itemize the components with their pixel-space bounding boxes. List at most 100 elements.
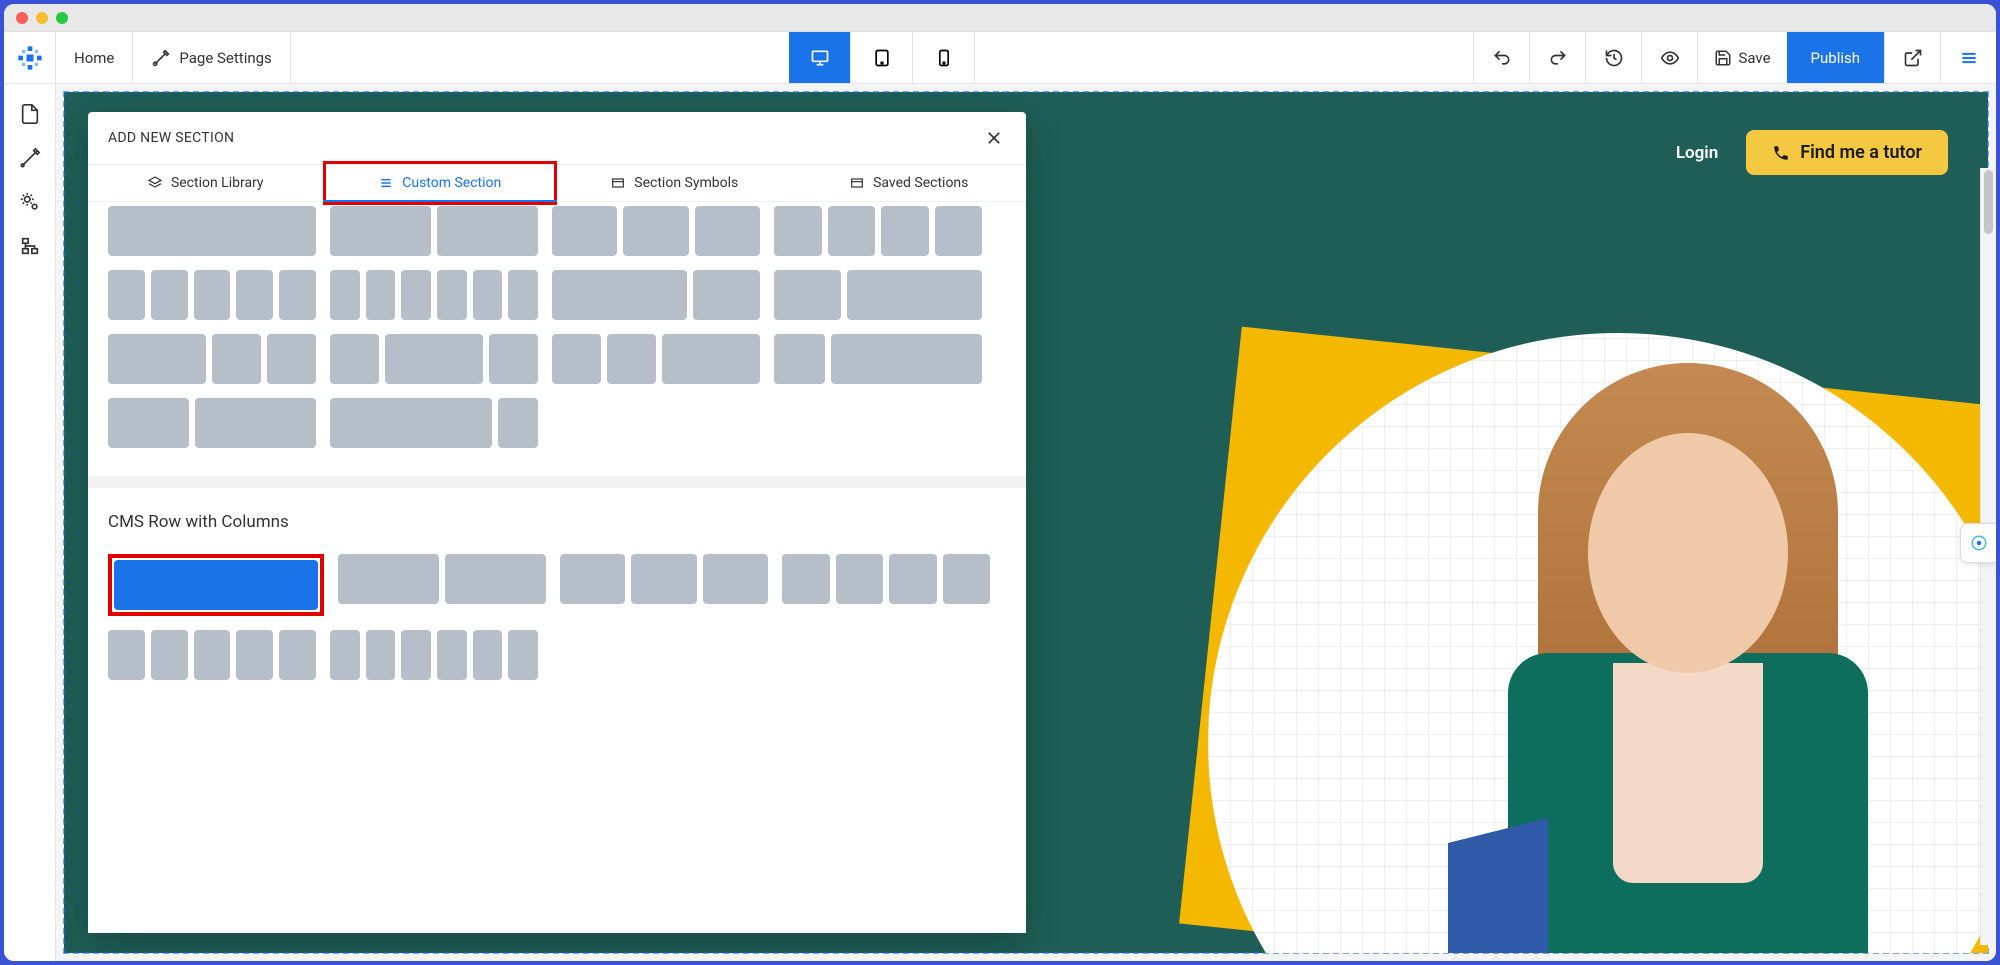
layout-option[interactable] xyxy=(330,630,538,680)
layout-option[interactable] xyxy=(552,270,760,320)
open-external-button[interactable] xyxy=(1884,32,1940,83)
scroll-thumb[interactable] xyxy=(1984,170,1993,234)
layout-cell xyxy=(831,334,983,384)
modal-title: ADD NEW SECTION xyxy=(108,130,234,146)
save-button[interactable]: Save xyxy=(1697,32,1786,83)
layout-option[interactable] xyxy=(560,554,768,604)
layout-cell xyxy=(385,334,483,384)
layout-cell xyxy=(847,270,982,320)
layout-cell xyxy=(774,334,825,384)
layout-option[interactable] xyxy=(108,270,316,320)
layout-cell xyxy=(836,554,884,604)
hero-person-image xyxy=(1448,353,1928,953)
layout-cell xyxy=(108,206,316,256)
design-panel-button[interactable] xyxy=(10,138,50,178)
layout-option[interactable] xyxy=(552,206,760,256)
close-window-icon[interactable] xyxy=(16,12,28,24)
history-icon xyxy=(1604,48,1624,68)
layout-cell xyxy=(560,554,625,604)
page-preview[interactable]: Login Find me a tutor ADD NEW SECTION xyxy=(64,92,1988,953)
add-section-modal: ADD NEW SECTION Section Library xyxy=(88,112,1026,933)
layout-option[interactable] xyxy=(330,334,538,384)
layout-option[interactable] xyxy=(330,206,538,256)
nav-login-link[interactable]: Login xyxy=(1676,143,1718,163)
app-frame: Home Page Settings xyxy=(4,4,1996,961)
layout-cell xyxy=(695,206,760,256)
home-button[interactable]: Home xyxy=(56,32,132,83)
menu-button[interactable] xyxy=(1940,32,1996,83)
layout-cell xyxy=(194,630,231,680)
logo-icon xyxy=(16,44,44,72)
design-tools-icon xyxy=(19,147,41,169)
window-titlebar xyxy=(4,4,1996,32)
layout-cell xyxy=(151,270,188,320)
cta-label: Find me a tutor xyxy=(1800,142,1922,163)
layout-cell xyxy=(338,554,439,604)
layout-cell xyxy=(108,334,206,384)
layout-option[interactable] xyxy=(108,630,316,680)
tab-section-library[interactable]: Section Library xyxy=(88,165,323,201)
tab-custom-section[interactable]: Custom Section xyxy=(323,165,558,201)
cta-button[interactable]: Find me a tutor xyxy=(1746,130,1948,175)
cms-layout-grid xyxy=(88,550,1026,708)
layout-cell xyxy=(236,270,273,320)
layout-option[interactable] xyxy=(774,270,982,320)
history-button[interactable] xyxy=(1585,32,1641,83)
tab-saved-sections-label: Saved Sections xyxy=(873,175,968,191)
layout-cell xyxy=(607,334,656,384)
layers-icon xyxy=(147,175,163,191)
canvas-area: Login Find me a tutor ADD NEW SECTION xyxy=(56,84,1996,961)
layout-cell xyxy=(330,206,431,256)
layout-option[interactable] xyxy=(774,334,982,384)
assistant-icon xyxy=(1970,534,1988,552)
layout-option[interactable] xyxy=(782,554,990,604)
page-settings-button[interactable]: Page Settings xyxy=(133,32,289,83)
pages-panel-button[interactable] xyxy=(10,94,50,134)
layout-cell xyxy=(108,270,145,320)
layout-cell xyxy=(330,398,492,448)
modal-close-button[interactable] xyxy=(982,126,1006,150)
layout-cell xyxy=(437,270,467,320)
left-rail xyxy=(4,84,56,961)
layout-option[interactable] xyxy=(552,334,760,384)
mobile-view-button[interactable] xyxy=(913,32,975,83)
preview-button[interactable] xyxy=(1641,32,1697,83)
layout-cell xyxy=(489,334,538,384)
redo-button[interactable] xyxy=(1529,32,1585,83)
maximize-window-icon[interactable] xyxy=(56,12,68,24)
layout-cell xyxy=(508,630,538,680)
layout-cell xyxy=(693,270,760,320)
layout-cell xyxy=(195,398,316,448)
assistant-launcher[interactable] xyxy=(1960,523,1996,563)
structure-panel-button[interactable] xyxy=(10,226,50,266)
layout-cell xyxy=(881,206,929,256)
tab-saved-sections[interactable]: Saved Sections xyxy=(792,165,1027,201)
eye-icon xyxy=(1660,48,1680,68)
redo-icon xyxy=(1548,48,1568,68)
phone-icon xyxy=(1772,144,1790,162)
layout-option[interactable] xyxy=(108,398,316,448)
settings-panel-button[interactable] xyxy=(10,182,50,222)
layout-option[interactable] xyxy=(108,334,316,384)
layout-option[interactable] xyxy=(108,206,316,256)
desktop-view-button[interactable] xyxy=(789,32,851,83)
layout-cell xyxy=(498,398,538,448)
modal-body[interactable]: CMS Row with Columns xyxy=(88,202,1026,933)
undo-button[interactable] xyxy=(1473,32,1529,83)
layout-cell xyxy=(401,630,431,680)
layout-option[interactable] xyxy=(774,206,982,256)
layout-option[interactable] xyxy=(330,270,538,320)
close-icon xyxy=(985,129,1003,147)
mobile-icon xyxy=(934,48,954,68)
layout-option[interactable] xyxy=(330,398,538,448)
publish-button[interactable]: Publish xyxy=(1787,32,1884,83)
minimize-window-icon[interactable] xyxy=(36,12,48,24)
layout-option[interactable] xyxy=(108,554,324,616)
layout-cell xyxy=(212,334,261,384)
app-logo[interactable] xyxy=(4,32,56,83)
layout-option[interactable] xyxy=(338,554,546,604)
layout-cell xyxy=(662,334,760,384)
tab-section-symbols[interactable]: Section Symbols xyxy=(557,165,792,201)
tablet-view-button[interactable] xyxy=(851,32,913,83)
structure-icon xyxy=(19,235,41,257)
